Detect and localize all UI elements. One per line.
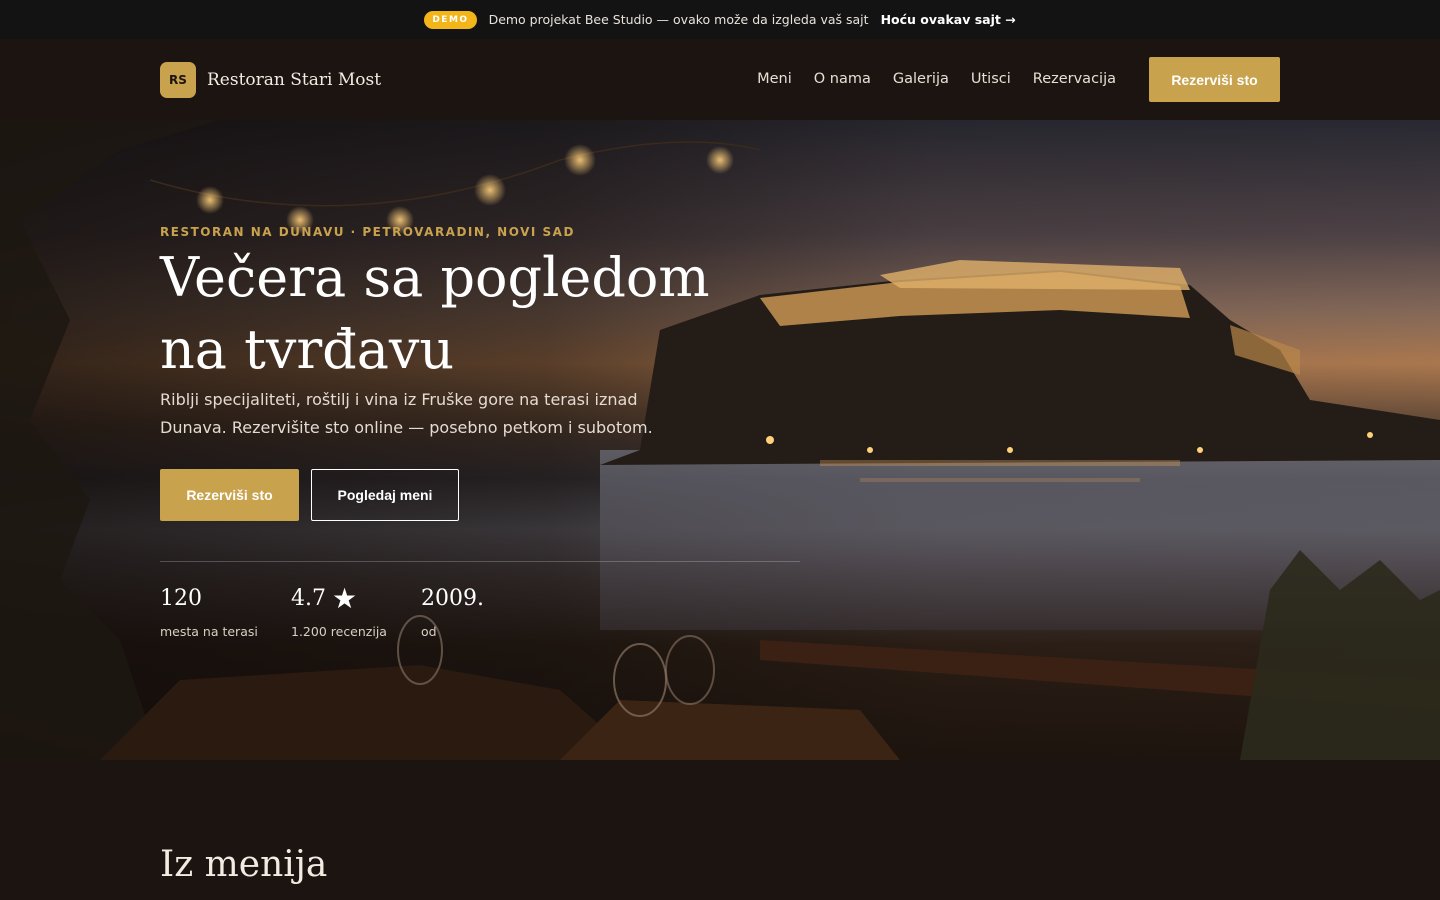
- logo[interactable]: RS Restoran Stari Most: [160, 62, 381, 98]
- star-icon: ★: [332, 581, 358, 615]
- stat-label: 1.200 recenzija: [291, 624, 387, 639]
- main-nav: Meni O nama Galerija Utisci Rezervacija: [757, 71, 1116, 87]
- nav-item-utisci[interactable]: Utisci: [971, 71, 1011, 87]
- nav-item-galerija[interactable]: Galerija: [893, 71, 949, 87]
- stat-label: od: [421, 624, 437, 639]
- stat-value: 120: [160, 585, 202, 611]
- menu-section-title: Iz menija: [160, 844, 328, 885]
- hero-reserve-button[interactable]: Rezerviši sto: [160, 469, 299, 521]
- stat-value: 4.7 ★: [291, 581, 387, 615]
- nav-item-o-nama[interactable]: O nama: [814, 71, 871, 87]
- hero-divider: [160, 561, 800, 562]
- hero-subtitle: Riblji specijaliteti, roštilj i vina iz …: [160, 390, 653, 437]
- stat-rating: 4.7 ★ 1.200 recenzija: [291, 581, 387, 640]
- logo-name: Restoran Stari Most: [207, 70, 382, 90]
- nav-item-rezervacija[interactable]: Rezervacija: [1033, 71, 1116, 87]
- hero-title: Večera sa pogledom na tvrđavu: [160, 246, 710, 381]
- hero-eyebrow: RESTORAN NA DUNAVU · PETROVARADIN, NOVI …: [160, 225, 575, 239]
- menu-section: Iz menija: [0, 760, 1440, 900]
- nav-item-meni[interactable]: Meni: [757, 71, 792, 87]
- stat-seats: 120 mesta na terasi: [160, 582, 258, 640]
- demo-banner: DEMO Demo projekat Bee Studio — ovako mo…: [0, 0, 1440, 39]
- stat-since: 2009. od: [421, 582, 484, 640]
- header-reserve-button[interactable]: Rezerviši sto: [1149, 57, 1280, 102]
- hero-section: RESTORAN NA DUNAVU · PETROVARADIN, NOVI …: [0, 120, 1440, 760]
- demo-banner-text: Demo projekat Bee Studio — ovako može da…: [488, 12, 869, 27]
- hero-view-menu-button[interactable]: Pogledaj meni: [311, 469, 459, 521]
- demo-badge: DEMO: [424, 10, 477, 29]
- stat-value: 2009.: [421, 585, 484, 611]
- logo-mark: RS: [160, 62, 196, 98]
- rating-value: 4.7: [291, 585, 326, 611]
- stat-label: mesta na terasi: [160, 624, 258, 639]
- demo-cta-link[interactable]: Hoću ovakav sajt →: [881, 12, 1016, 27]
- site-header: RS Restoran Stari Most Meni O nama Galer…: [0, 39, 1440, 120]
